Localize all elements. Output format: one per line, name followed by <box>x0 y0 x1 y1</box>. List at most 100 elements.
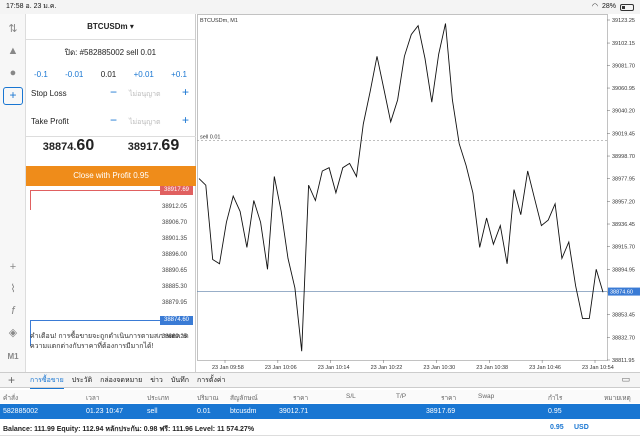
price-series-line <box>198 23 604 352</box>
x-tick-label: 23 Jan 10:54 <box>582 365 614 371</box>
col-header: เวลา <box>86 395 100 402</box>
y-tick-label: 38853.45 <box>612 313 635 319</box>
ladder-tick: 38890.65 <box>162 268 188 274</box>
ladder-tick: 38901.35 <box>162 236 188 242</box>
wifi-icon: ◠ <box>591 3 598 10</box>
bid-price: 38874.60 <box>42 137 95 154</box>
y-tick-label: 39123.25 <box>612 18 635 24</box>
col-header: ราคา <box>441 395 457 402</box>
bid-line <box>30 320 160 321</box>
take-profit-row: Take Profit − ไม่อนุญาต + <box>26 113 195 135</box>
chat-icon[interactable]: ● <box>3 64 23 82</box>
cell-symbol: btcusdm <box>230 408 257 415</box>
indicators-icon[interactable]: ⌇ <box>3 280 23 298</box>
quotes-icon[interactable]: ⇅ <box>3 20 23 38</box>
col-header: สัญลักษณ์ <box>230 395 258 402</box>
chevron-down-icon: ▾ <box>129 22 134 31</box>
close-with-profit-button[interactable]: Close with Profit 0.95 <box>26 166 196 186</box>
ask-price: 38917.69 <box>127 137 180 154</box>
y-tick-label: 38998.70 <box>612 154 635 160</box>
x-tick-label: 23 Jan 10:30 <box>423 365 455 371</box>
ask-line-stem <box>30 190 31 210</box>
x-tick-label: 23 Jan 10:06 <box>265 365 297 371</box>
y-tick-label: 39081.70 <box>612 63 635 69</box>
price-chart[interactable]: BTCUSDm, M1 39123.25 39102.15 39081.70 39060… <box>197 14 640 372</box>
x-tick-label: 23 Jan 10:38 <box>476 365 508 371</box>
cell-current-price: 38917.69 <box>426 408 456 415</box>
y-tick-label: 38915.70 <box>612 245 635 251</box>
ladder-tick: 38885.30 <box>162 284 188 290</box>
volume-value[interactable]: 0.01 <box>101 70 117 79</box>
table-row[interactable]: 582885002 01.23 10:47 sell 0.01 btcusdm … <box>0 404 640 419</box>
tab-journal[interactable]: บันทึก <box>171 373 189 389</box>
tab-trade[interactable]: การซื้อขาย <box>30 373 64 389</box>
stop-loss-label: Stop Loss <box>31 89 67 98</box>
col-header: หมายเหตุ <box>604 395 631 402</box>
crosshair-icon[interactable]: + <box>3 258 23 276</box>
col-header: T/P <box>396 393 407 400</box>
battery-percent: 28% <box>601 3 616 10</box>
cell-type: sell <box>147 408 158 415</box>
cell-profit: 0.95 <box>548 408 562 415</box>
tab-settings[interactable]: การตั้งค่า <box>197 373 226 389</box>
col-header: กำไร <box>548 395 563 402</box>
symbol-selector[interactable]: BTCUSDm ▾ <box>26 14 195 40</box>
take-profit-plus-button[interactable]: + <box>182 113 189 127</box>
add-icon[interactable]: + <box>8 373 15 387</box>
tab-mailbox[interactable]: กล่องจดหมาย <box>100 373 142 389</box>
col-header: ราคา <box>293 395 309 402</box>
y-tick-label: 39060.95 <box>612 86 635 92</box>
account-currency: USD <box>574 424 589 431</box>
col-header: ประเภท <box>147 395 169 402</box>
window-toggle-icon[interactable]: ▭ <box>621 374 630 385</box>
x-tick-label: 23 Jan 10:46 <box>529 365 561 371</box>
x-tick-label: 23 Jan 10:14 <box>318 365 350 371</box>
col-header: Swap <box>478 393 495 400</box>
volume-minus-small-button[interactable]: -0.01 <box>65 70 83 79</box>
volume-plus-large-button[interactable]: +0.1 <box>171 70 187 79</box>
timeframe-button[interactable]: M1 <box>3 348 23 366</box>
volume-minus-large-button[interactable]: -0.1 <box>34 70 48 79</box>
date: อ. 23 ม.ค. <box>25 3 57 10</box>
ladder-tick: 38896.00 <box>162 252 188 258</box>
ask-tag: 38917.69 <box>160 186 193 195</box>
bottom-tab-bar: + การซื้อขาย ประวัติ กล่องจดหมาย ข่าว บั… <box>0 372 640 389</box>
y-tick-label: 39019.45 <box>612 131 635 137</box>
objects-icon[interactable]: ◈ <box>3 324 23 342</box>
y-tick-label: 38936.45 <box>612 222 635 228</box>
take-profit-value[interactable]: ไม่อนุญาต <box>129 117 161 128</box>
chart-canvas[interactable]: BTCUSDm, M1 39123.25 39102.15 39081.70 39060… <box>197 14 640 372</box>
take-profit-minus-button[interactable]: − <box>110 113 117 127</box>
balance-row: Balance: 111.99 Equity: 112.94 หลักประกั… <box>0 420 640 436</box>
market-warning: คำเตือน! การซื้อขายจะถูกดำเนินการตามสภาพ… <box>30 333 189 350</box>
balance-summary: Balance: 111.99 Equity: 112.94 หลักประกั… <box>3 426 255 433</box>
stop-loss-value[interactable]: ไม่อนุญาต <box>129 89 161 100</box>
x-tick-label: 23 Jan 10:22 <box>371 365 403 371</box>
tab-news[interactable]: ข่าว <box>150 373 163 389</box>
new-order-icon[interactable]: + <box>3 87 23 105</box>
col-header: คำสั่ง <box>3 395 19 402</box>
cell-time: 01.23 10:47 <box>86 408 123 415</box>
chart-title: BTCUSDm, M1 <box>200 18 238 24</box>
volume-plus-small-button[interactable]: +0.01 <box>134 70 154 79</box>
ladder-tick: 38906.70 <box>162 220 188 226</box>
bid-tag: 38874.60 <box>160 316 193 325</box>
stop-loss-row: Stop Loss − ไม่อนุญาต + <box>26 85 195 107</box>
volume-stepper: -0.1 -0.01 0.01 +0.01 +0.1 <box>26 70 195 79</box>
charts-icon[interactable]: ▲ <box>3 42 23 60</box>
ladder-tick: 38912.05 <box>162 204 188 210</box>
y-tick-label: 38832.70 <box>612 335 635 341</box>
stop-loss-plus-button[interactable]: + <box>182 85 189 99</box>
status-bar: 17:58 อ. 23 ม.ค. ◠ 28% <box>0 0 640 14</box>
y-tick-label: 39040.20 <box>612 109 635 115</box>
clock: 17:58 <box>6 3 24 10</box>
tab-history[interactable]: ประวัติ <box>72 373 92 389</box>
left-toolbar: ⇅ ▲ ● + + ⌇ f ◈ M1 <box>0 14 26 372</box>
function-icon[interactable]: f <box>3 302 23 320</box>
last-price-tag-label: 38874.60 <box>610 290 633 296</box>
cell-open-price: 39012.71 <box>279 408 309 415</box>
order-line-label: sell 0.01 <box>200 135 221 141</box>
y-tick-label: 38977.95 <box>612 177 635 183</box>
stop-loss-minus-button[interactable]: − <box>110 85 117 99</box>
y-tick-label: 38894.95 <box>612 267 635 273</box>
